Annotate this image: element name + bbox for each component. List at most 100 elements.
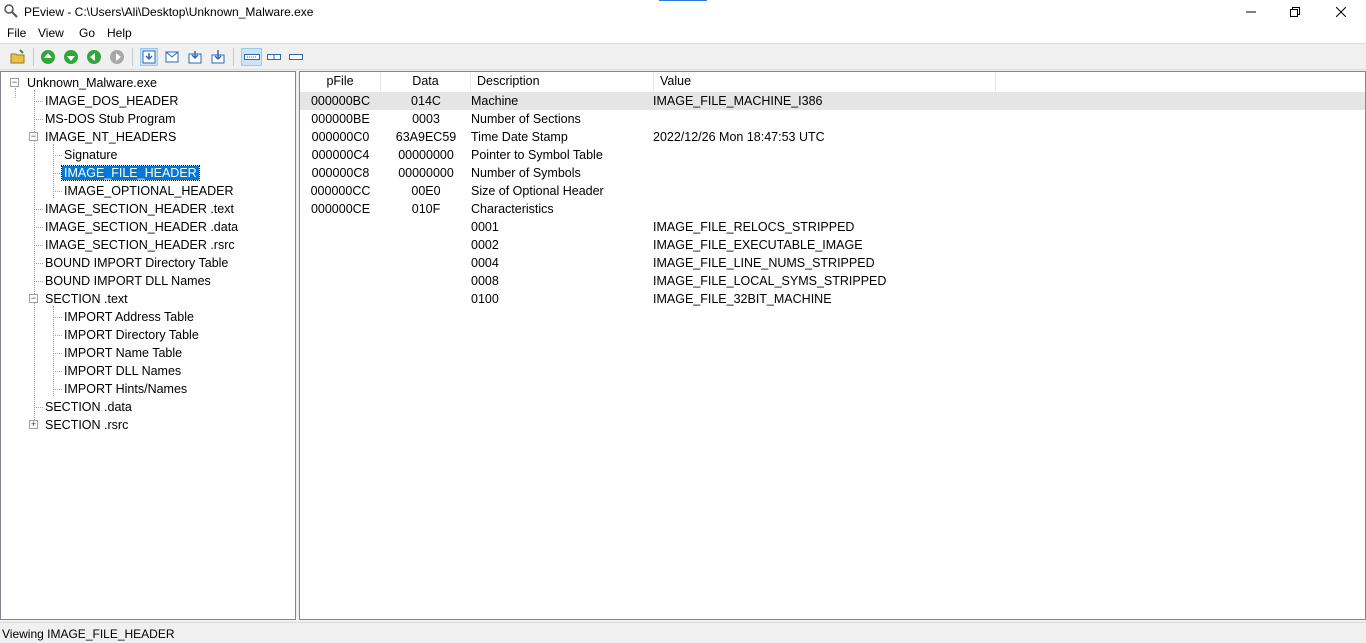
menu-file[interactable]: File — [5, 26, 28, 40]
cell-data: 0003 — [412, 112, 440, 126]
cell-data — [381, 236, 471, 254]
status-text: Viewing IMAGE_FILE_HEADER — [2, 627, 175, 641]
layout-wide-icon[interactable] — [241, 48, 262, 66]
tree-item-label: IMPORT Name Table — [64, 346, 183, 360]
cell-value: 2022/12/26 Mon 18:47:53 UTC — [653, 130, 825, 144]
column-header-pfile[interactable]: pFile — [300, 72, 381, 91]
layout-split-icon[interactable] — [265, 48, 283, 66]
tree-item-import-dll-names[interactable]: IMPORT DLL Names — [62, 362, 183, 380]
tree-item-label: IMPORT Hints/Names — [64, 382, 188, 396]
expand-icon[interactable]: + — [29, 420, 38, 429]
cell-value: IMAGE_FILE_LINE_NUMS_STRIPPED — [653, 256, 875, 270]
tree-item-section-header-rsrc[interactable]: IMAGE_SECTION_HEADER .rsrc — [43, 236, 237, 254]
cell-data — [381, 290, 471, 308]
cell-pfile: 000000C4 — [311, 148, 370, 162]
tree-item-image-nt-headers[interactable]: − IMAGE_NT_HEADERS — [28, 128, 178, 146]
tree-item-label: IMPORT Address Table — [64, 310, 194, 324]
go-down-icon[interactable] — [62, 48, 80, 66]
collapse-icon[interactable]: − — [29, 132, 38, 141]
cell-description: Number of Symbols — [471, 166, 581, 180]
table-row[interactable]: 0001 IMAGE_FILE_RELOCS_STRIPPED — [300, 218, 1365, 236]
tree-line — [34, 227, 43, 228]
cell-pfile: 000000C0 — [311, 130, 370, 144]
collapse-icon[interactable]: − — [29, 294, 38, 303]
table-row[interactable]: 000000C0 63A9EC59 Time Date Stamp 2022/12/2… — [300, 128, 1365, 146]
minimize-button[interactable] — [1228, 0, 1274, 24]
close-button[interactable] — [1318, 0, 1364, 24]
menu-go[interactable]: Go — [77, 26, 97, 40]
column-header-description[interactable]: Description — [471, 72, 654, 91]
tree-item-import-hints-names[interactable]: IMPORT Hints/Names — [62, 380, 189, 398]
table-row[interactable]: 000000CE 010F Characteristics — [300, 200, 1365, 218]
table-row[interactable]: 0100 IMAGE_FILE_32BIT_MACHINE — [300, 290, 1365, 308]
table-row[interactable]: 0008 IMAGE_FILE_LOCAL_SYMS_STRIPPED — [300, 272, 1365, 290]
details-list[interactable]: pFile Data Description Value 000000BC 014… — [299, 71, 1366, 620]
tree-item-section-text[interactable]: − SECTION .text — [28, 290, 130, 308]
tree-item-label: IMAGE_OPTIONAL_HEADER — [64, 184, 234, 198]
table-row[interactable]: 000000BE 0003 Number of Sections — [300, 110, 1365, 128]
tree-line — [34, 407, 43, 408]
open-folder-icon[interactable] — [9, 48, 27, 66]
tree-item-root[interactable]: − Unknown_Malware.exe — [9, 74, 159, 92]
cell-data: 014C — [411, 94, 441, 108]
tree-item-label: IMAGE_FILE_HEADER — [61, 165, 200, 181]
magnifier-app-icon — [3, 3, 19, 19]
toolbar-separator — [33, 48, 34, 66]
cell-description: Time Date Stamp — [471, 130, 568, 144]
toolbar-separator — [132, 48, 133, 66]
tree-line — [53, 306, 54, 396]
cell-data — [381, 272, 471, 290]
cell-pfile: 000000BC — [310, 94, 371, 108]
table-row[interactable]: 000000CC 00E0 Size of Optional Header — [300, 182, 1365, 200]
tree-item-section-rsrc[interactable]: + SECTION .rsrc — [28, 416, 130, 434]
tree-item-signature[interactable]: Signature — [62, 146, 120, 164]
tree-item-ms-dos-stub[interactable]: MS-DOS Stub Program — [43, 110, 178, 128]
column-header-data[interactable]: Data — [381, 72, 471, 91]
collapse-icon[interactable]: − — [10, 78, 19, 87]
tree-line — [34, 119, 43, 120]
tree-item-import-address-table[interactable]: IMPORT Address Table — [62, 308, 196, 326]
cell-value — [653, 146, 995, 164]
forward-icon[interactable] — [108, 48, 126, 66]
cell-pfile: 000000BE — [311, 112, 370, 126]
tree-item-section-data[interactable]: SECTION .data — [43, 398, 134, 416]
cell-pfile — [300, 272, 381, 290]
tree-item-image-file-header[interactable]: IMAGE_FILE_HEADER — [61, 164, 200, 182]
tree-item-label: SECTION .rsrc — [45, 418, 129, 432]
cell-value: IMAGE_FILE_EXECUTABLE_IMAGE — [653, 238, 863, 252]
tree-item-section-header-text[interactable]: IMAGE_SECTION_HEADER .text — [43, 200, 236, 218]
table-row[interactable]: 000000BC 014C Machine IMAGE_FILE_MACHINE_I3… — [300, 92, 1365, 110]
cell-pfile: 000000C8 — [311, 166, 370, 180]
cell-pfile: 000000CC — [310, 184, 371, 198]
tree-item-bound-import-directory[interactable]: BOUND IMPORT Directory Table — [43, 254, 230, 272]
tree-item-import-name-table[interactable]: IMPORT Name Table — [62, 344, 184, 362]
cell-description: 0002 — [471, 238, 499, 252]
tree-item-label: IMAGE_SECTION_HEADER .rsrc — [45, 238, 235, 252]
window-title: PEview - C:\Users\Ali\Desktop\Unknown_Ma… — [24, 5, 314, 19]
tree-pane[interactable]: − Unknown_Malware.exe IMAGE_DOS_HEADER M… — [0, 71, 296, 620]
layout-narrow-icon[interactable] — [287, 48, 305, 66]
tree-item-bound-import-dll-names[interactable]: BOUND IMPORT DLL Names — [43, 272, 213, 290]
tree-item-label: SECTION .text — [45, 292, 128, 306]
view-save-icon[interactable] — [209, 48, 227, 66]
go-up-icon[interactable] — [39, 48, 57, 66]
tree-item-section-header-data[interactable]: IMAGE_SECTION_HEADER .data — [43, 218, 240, 236]
column-header-value[interactable]: Value — [654, 72, 996, 91]
tree-line — [34, 245, 43, 246]
restore-button[interactable] — [1272, 0, 1318, 24]
tree-item-import-directory-table[interactable]: IMPORT Directory Table — [62, 326, 201, 344]
table-row[interactable]: 0004 IMAGE_FILE_LINE_NUMS_STRIPPED — [300, 254, 1365, 272]
tree-item-image-dos-header[interactable]: IMAGE_DOS_HEADER — [43, 92, 180, 110]
tree-item-label: IMPORT DLL Names — [64, 364, 182, 378]
list-header: pFile Data Description Value — [300, 72, 1365, 91]
view-hex-icon[interactable] — [140, 48, 158, 66]
menu-help[interactable]: Help — [105, 26, 134, 40]
back-icon[interactable] — [85, 48, 103, 66]
table-row[interactable]: 0002 IMAGE_FILE_EXECUTABLE_IMAGE — [300, 236, 1365, 254]
menu-view[interactable]: View — [36, 26, 66, 40]
tree-item-image-optional-header[interactable]: IMAGE_OPTIONAL_HEADER — [62, 182, 236, 200]
table-row[interactable]: 000000C4 00000000 Pointer to Symbol Table — [300, 146, 1365, 164]
view-doc-icon[interactable] — [163, 48, 181, 66]
view-export-icon[interactable] — [186, 48, 204, 66]
table-row[interactable]: 000000C8 00000000 Number of Symbols — [300, 164, 1365, 182]
